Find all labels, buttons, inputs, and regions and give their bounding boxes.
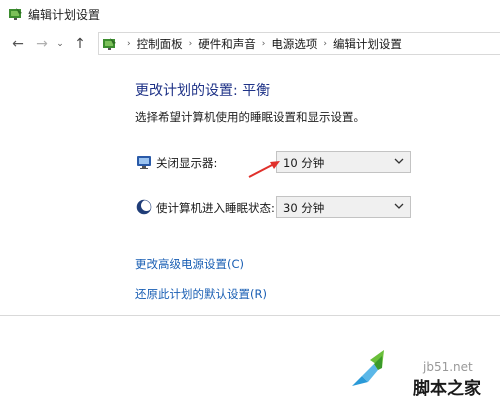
control-panel-icon bbox=[9, 8, 22, 20]
recent-locations-button[interactable]: ⌄ bbox=[53, 32, 67, 56]
advanced-power-settings-link[interactable]: 更改高级电源设置(C) bbox=[135, 256, 244, 272]
main-content: 更改计划的设置: 平衡 选择希望计算机使用的睡眠设置和显示设置。 关闭显示器: … bbox=[0, 58, 500, 315]
display-off-value: 10 分钟 bbox=[283, 156, 325, 170]
navigation-bar: ← → ⌄ ↑ › 控制面板 › 硬件和声音 › 电源选项 › 编辑计划设置 bbox=[0, 32, 500, 56]
back-arrow-icon: ← bbox=[12, 36, 24, 52]
up-button[interactable]: ↑ bbox=[70, 32, 90, 56]
sleep-value: 30 分钟 bbox=[283, 201, 325, 215]
breadcrumb-separator: › bbox=[261, 38, 266, 49]
sleep-label: 使计算机进入睡眠状态: bbox=[156, 201, 275, 215]
monitor-icon bbox=[137, 156, 151, 169]
footer-area: jb51.net 脚本之家 bbox=[0, 316, 500, 400]
annotation-arrow-icon bbox=[248, 161, 280, 178]
address-bar[interactable]: › 控制面板 › 硬件和声音 › 电源选项 › 编辑计划设置 bbox=[98, 32, 500, 55]
breadcrumb-item-hardware-sound[interactable]: 硬件和声音 bbox=[198, 36, 256, 52]
forward-button[interactable]: → bbox=[32, 32, 52, 56]
moon-icon bbox=[136, 199, 152, 215]
watermark-brand: 脚本之家 bbox=[413, 379, 481, 399]
chevron-down-icon bbox=[394, 203, 404, 209]
chevron-down-icon bbox=[394, 158, 404, 164]
page-title: 更改计划的设置: 平衡 bbox=[135, 83, 271, 99]
breadcrumb-item-power-options[interactable]: 电源选项 bbox=[271, 36, 317, 52]
breadcrumb-item-control-panel[interactable]: 控制面板 bbox=[137, 36, 183, 52]
display-off-label: 关闭显示器: bbox=[156, 156, 218, 170]
chevron-down-icon: ⌄ bbox=[56, 39, 64, 49]
page-subtitle: 选择希望计算机使用的睡眠设置和显示设置。 bbox=[135, 110, 365, 124]
title-bar: 编辑计划设置 bbox=[0, 0, 500, 28]
back-button[interactable]: ← bbox=[8, 32, 28, 56]
display-off-dropdown[interactable]: 10 分钟 bbox=[276, 151, 411, 173]
sleep-dropdown[interactable]: 30 分钟 bbox=[276, 196, 411, 218]
watermark-logo-icon bbox=[352, 350, 384, 386]
breadcrumb-item-edit-plan[interactable]: 编辑计划设置 bbox=[333, 36, 402, 52]
breadcrumb-separator: › bbox=[127, 38, 131, 49]
control-panel-icon bbox=[103, 37, 116, 50]
up-arrow-icon: ↑ bbox=[74, 36, 86, 52]
breadcrumb-separator: › bbox=[188, 38, 193, 49]
forward-arrow-icon: → bbox=[36, 36, 48, 52]
watermark-domain: jb51.net bbox=[423, 360, 473, 374]
breadcrumb-separator: › bbox=[323, 38, 327, 49]
restore-defaults-link[interactable]: 还原此计划的默认设置(R) bbox=[135, 286, 267, 302]
window-title: 编辑计划设置 bbox=[28, 8, 101, 22]
